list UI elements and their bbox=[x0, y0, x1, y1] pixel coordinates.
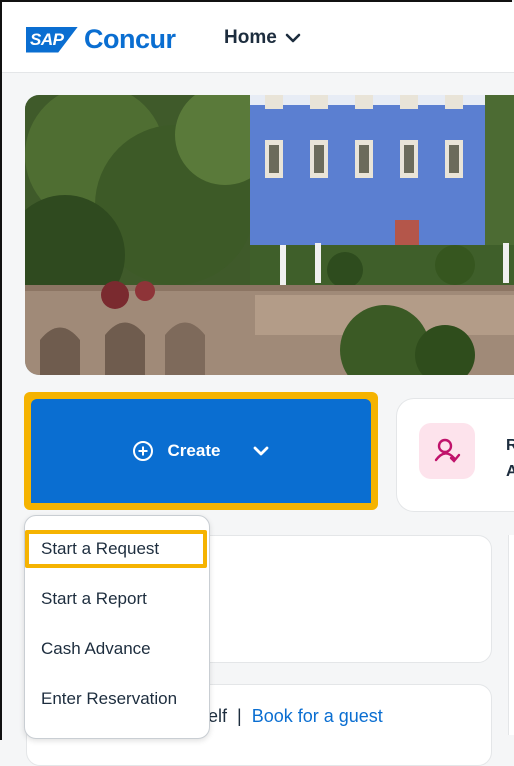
top-navigation-bar: SAP Concur Home bbox=[2, 2, 514, 73]
approval-user-icon bbox=[419, 423, 475, 479]
concur-logo[interactable]: SAP Concur bbox=[26, 24, 176, 55]
home-menu-label: Home bbox=[224, 27, 277, 48]
separator: | bbox=[237, 706, 242, 726]
hero-illustration bbox=[25, 95, 514, 375]
create-button-label: Create bbox=[167, 441, 221, 460]
book-for-guest-link[interactable]: Book for a guest bbox=[252, 706, 383, 726]
approvals-card-label: R A bbox=[506, 433, 514, 485]
chevron-down-icon bbox=[254, 446, 269, 456]
home-menu[interactable]: Home bbox=[224, 27, 301, 49]
create-button[interactable]: Create bbox=[31, 399, 371, 503]
menu-item-enter-reservation[interactable]: Enter Reservation bbox=[25, 677, 209, 721]
chevron-down-icon bbox=[285, 33, 301, 43]
create-dropdown-menu: Start a Request Start a Report Cash Adva… bbox=[24, 515, 210, 739]
approvals-card[interactable]: R A bbox=[396, 398, 514, 512]
sap-logo-text: SAP bbox=[30, 29, 64, 49]
menu-item-start-report[interactable]: Start a Report bbox=[25, 577, 209, 621]
book-for-self-link[interactable]: elf bbox=[208, 706, 227, 726]
hero-image bbox=[25, 95, 514, 375]
approvals-label-line2: A bbox=[506, 463, 514, 480]
menu-item-start-request[interactable]: Start a Request bbox=[25, 527, 209, 571]
background-card-edge bbox=[508, 535, 514, 735]
menu-item-cash-advance[interactable]: Cash Advance bbox=[25, 627, 209, 671]
sap-logo: SAP bbox=[26, 26, 78, 53]
concur-logo-text: Concur bbox=[84, 24, 176, 54]
approvals-label-line1: R bbox=[506, 437, 514, 454]
plus-circle-icon bbox=[132, 441, 153, 461]
booking-options: elf | Book for a guest bbox=[208, 706, 383, 727]
